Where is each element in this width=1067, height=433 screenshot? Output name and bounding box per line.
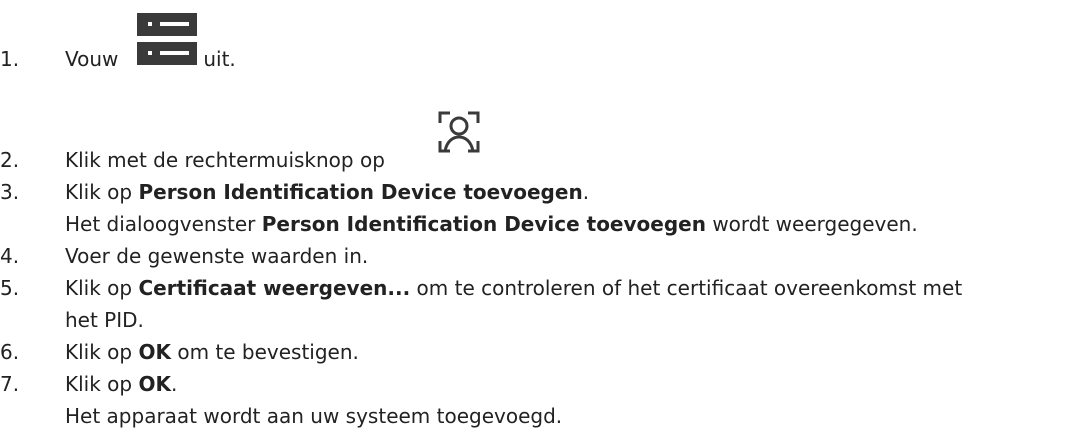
step-number: 6. [0, 340, 20, 364]
step-text-before: Klik op [65, 340, 139, 364]
step-text-after: . [582, 180, 590, 204]
step-1-suffix: uit. [197, 44, 236, 74]
step-text: Voer de gewenste waarden in. [65, 244, 369, 268]
step-text-before: Vouw [65, 47, 125, 71]
step-ui-label: Person Identification Device toevoegen [138, 180, 583, 204]
step-number: 2. [0, 148, 20, 172]
step-text: Klik op Certificaat weergeven... om te c… [65, 273, 962, 303]
step-number: 5. [0, 276, 20, 300]
server-list-icon [137, 13, 197, 70]
step-text-after: uit. [197, 47, 236, 71]
step-text-before: Klik op [65, 180, 139, 204]
result-ui-label: Person Identification Device toevoegen [261, 212, 706, 236]
step-text: Klik op OK om te bevestigen. [65, 337, 359, 367]
step-text-after: om te controleren of het certificaat ove… [410, 276, 963, 300]
step-number: 7. [0, 372, 20, 396]
step-7-result: Het apparaat wordt aan uw systeem toegev… [65, 404, 563, 428]
step-text: Vouw [65, 44, 125, 74]
step-number: 3. [0, 180, 20, 204]
step-number: 1. [0, 47, 20, 71]
step-5-continuation: het PID. [65, 308, 144, 332]
step-text-before: Klik op [65, 276, 139, 300]
step-text: Klik met de rechtermuisknop op [65, 145, 391, 175]
step-ui-label: OK [138, 372, 171, 396]
step-text: Klik op OK. [65, 369, 177, 399]
result-text-before: Het dialoogvenster [65, 212, 262, 236]
step-text-after: om te bevestigen. [170, 340, 359, 364]
person-identification-icon [438, 111, 480, 158]
step-text-before: Klik op [65, 372, 139, 396]
step-3-result: Het dialoogvenster Person Identification… [65, 209, 918, 239]
step-text-before: Klik met de rechtermuisknop op [65, 148, 392, 172]
step-number: 4. [0, 244, 20, 268]
result-text-after: wordt weergegeven. [705, 212, 918, 236]
step-ui-label: Certificaat weergeven... [138, 276, 411, 300]
step-text: Klik op Person Identification Device toe… [65, 177, 589, 207]
step-text-after: . [170, 372, 178, 396]
step-ui-label: OK [138, 340, 171, 364]
